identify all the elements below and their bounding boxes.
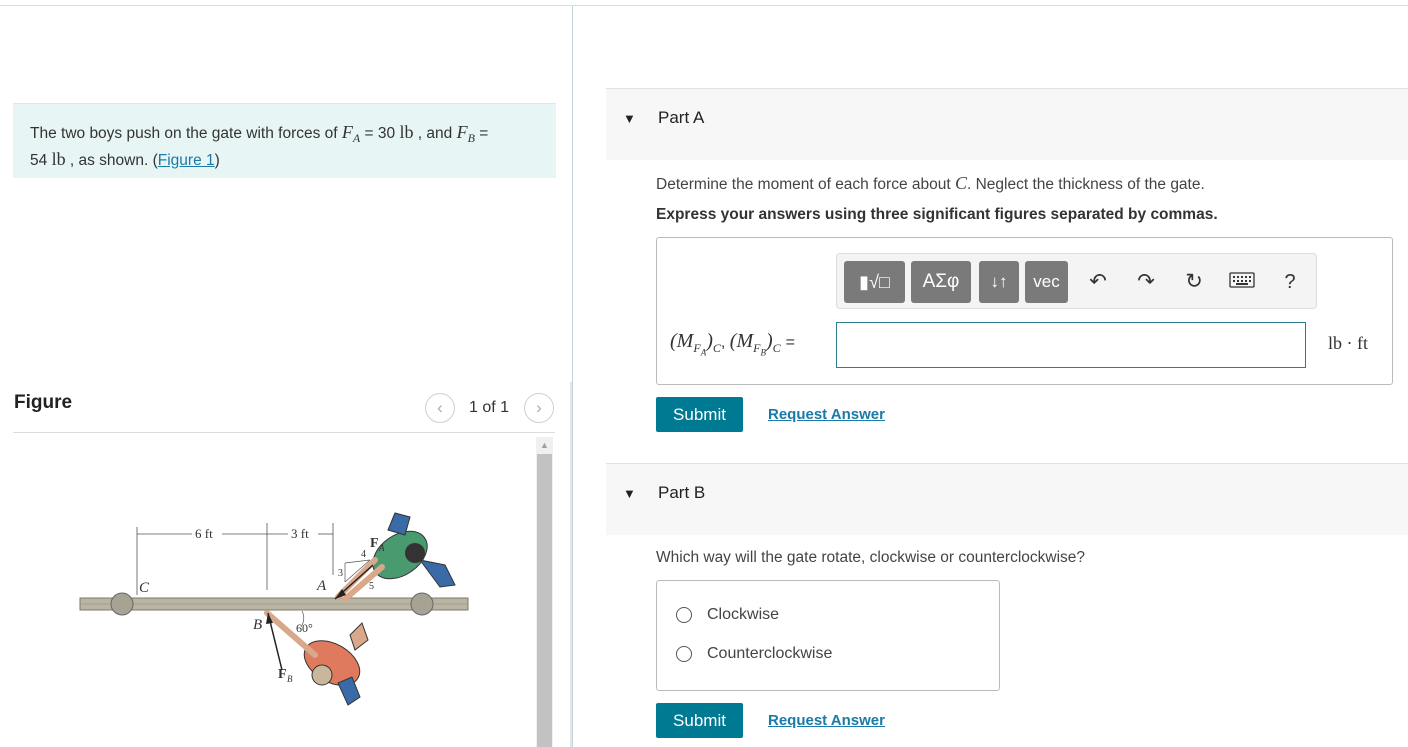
boy-a <box>335 512 456 602</box>
keyboard-icon[interactable] <box>1227 268 1257 296</box>
fb-eq: = <box>474 125 489 142</box>
problem-intro: The two boys push on the gate with force… <box>13 103 556 178</box>
greek-label: ΑΣφ <box>922 271 960 292</box>
vec-label: vec <box>1033 272 1060 291</box>
eq-f2-sub: B <box>760 347 766 358</box>
help-label: ? <box>1284 271 1296 293</box>
chevron-left-icon: ‹ <box>437 398 443 417</box>
eq-equals: = <box>785 334 795 351</box>
slope-horiz <box>344 559 371 564</box>
part-a-request-answer-link[interactable]: Request Answer <box>768 406 885 423</box>
option-label: Clockwise <box>707 606 780 623</box>
question-before: Determine the moment of each force about <box>656 176 955 193</box>
part-a-instruction: Express your answers using three signifi… <box>656 206 1218 223</box>
question-var: C <box>954 173 967 193</box>
top-divider <box>0 5 1408 6</box>
fb-value: 54 <box>30 152 52 170</box>
figure-heading: Figure <box>14 392 73 413</box>
part-b-header[interactable]: ▼ Part B <box>606 463 1408 535</box>
eq-c2: C <box>772 341 781 355</box>
option-label: Counterclockwise <box>707 645 833 662</box>
greek-button[interactable]: ΑΣφ <box>911 261 971 303</box>
intro-close: ) <box>214 152 220 170</box>
caret-down-icon[interactable]: ▼ <box>623 111 636 126</box>
part-b-title: Part B <box>658 483 706 502</box>
part-a-question: Determine the moment of each force about… <box>656 173 1205 194</box>
equation-label: (MFA)C, (MFB)C = <box>670 330 795 358</box>
eq-m1: M <box>676 330 694 352</box>
eq-f1-sub: A <box>700 347 707 358</box>
figure-scrollbar[interactable]: ▲ <box>536 437 553 747</box>
radio-clockwise[interactable] <box>676 607 692 623</box>
part-a-title: Part A <box>658 108 705 127</box>
fa-symbol: F <box>341 122 353 142</box>
scroll-up-icon[interactable]: ▲ <box>536 437 553 453</box>
template-button[interactable]: ▮√□ <box>844 261 905 303</box>
figure-link[interactable]: Figure 1 <box>158 152 215 169</box>
label-fb-sub: B <box>287 674 293 684</box>
part-b-submit-button[interactable]: Submit <box>656 703 743 738</box>
label-c: C <box>139 580 150 596</box>
prev-figure-button[interactable]: ‹ <box>425 393 455 423</box>
label-a: A <box>316 578 327 594</box>
slope-5: 5 <box>369 581 374 592</box>
pane-divider[interactable] <box>572 6 573 747</box>
caret-down-icon[interactable]: ▼ <box>623 486 636 501</box>
fb-symbol: F <box>456 122 468 142</box>
answer-input[interactable] <box>836 322 1306 368</box>
dim-label-6ft: 6 ft <box>195 526 213 541</box>
vec-button[interactable]: vec <box>1025 261 1068 303</box>
template-icon: ▮√□ <box>859 272 890 292</box>
undo-icon[interactable]: ↶ <box>1085 268 1111 296</box>
figure-count: 1 of 1 <box>469 399 510 416</box>
part-a-header[interactable]: ▼ Part A <box>606 88 1408 160</box>
fa-eq: = 30 <box>360 125 400 142</box>
slope-3: 3 <box>338 568 343 579</box>
arrows-label: ↓↑ <box>990 272 1008 291</box>
part-b-request-answer-link[interactable]: Request Answer <box>768 712 885 729</box>
answer-units: lb · ft <box>1328 333 1368 353</box>
intro-text-after: , as shown. ( <box>65 152 158 170</box>
arrows-button[interactable]: ↓↑ <box>979 261 1019 303</box>
redo-icon[interactable]: ↷ <box>1133 268 1159 296</box>
hinge-c <box>110 592 134 616</box>
fb-sub: B <box>467 131 475 146</box>
radio-counterclockwise[interactable] <box>676 646 692 662</box>
help-button[interactable]: ? <box>1277 268 1303 296</box>
question-after: . Neglect the thickness of the gate. <box>966 176 1205 193</box>
fb-unit: lb <box>51 149 66 170</box>
boy-b <box>264 610 369 706</box>
eq-m2: M <box>736 330 754 352</box>
label-fa-sub: A <box>378 543 385 553</box>
post-right <box>410 592 434 616</box>
label-fb: F <box>278 667 287 682</box>
reset-icon[interactable]: ↻ <box>1181 268 1207 296</box>
part-b-question: Which way will the gate rotate, clockwis… <box>656 549 1086 566</box>
eq-c1: C <box>712 341 721 355</box>
fa-unit: lb <box>399 122 414 142</box>
rotation-options <box>656 580 1000 691</box>
label-fa: F <box>370 536 379 551</box>
next-figure-button[interactable]: › <box>524 393 554 423</box>
label-b: B <box>253 617 262 633</box>
math-toolbar: ▮√□ ΑΣφ ↓↑ vec ↶ ↷ ↻ ? <box>836 253 1317 309</box>
slope-4: 4 <box>361 549 366 560</box>
label-angle: 60° <box>296 621 313 635</box>
intro-mid: , and <box>413 125 457 142</box>
figure-divider <box>13 432 555 433</box>
gate-figure: 6 ft 3 ft C A B F A 3 4 5 60° F B <box>79 512 469 706</box>
scroll-thumb[interactable] <box>537 454 552 747</box>
dim-label-3ft: 3 ft <box>291 526 309 541</box>
intro-text-before: The two boys push on the gate with force… <box>30 125 342 142</box>
pane-edge <box>570 382 572 747</box>
part-a-submit-button[interactable]: Submit <box>656 397 743 432</box>
chevron-right-icon: › <box>536 398 542 417</box>
eq-f1: F <box>693 341 701 355</box>
